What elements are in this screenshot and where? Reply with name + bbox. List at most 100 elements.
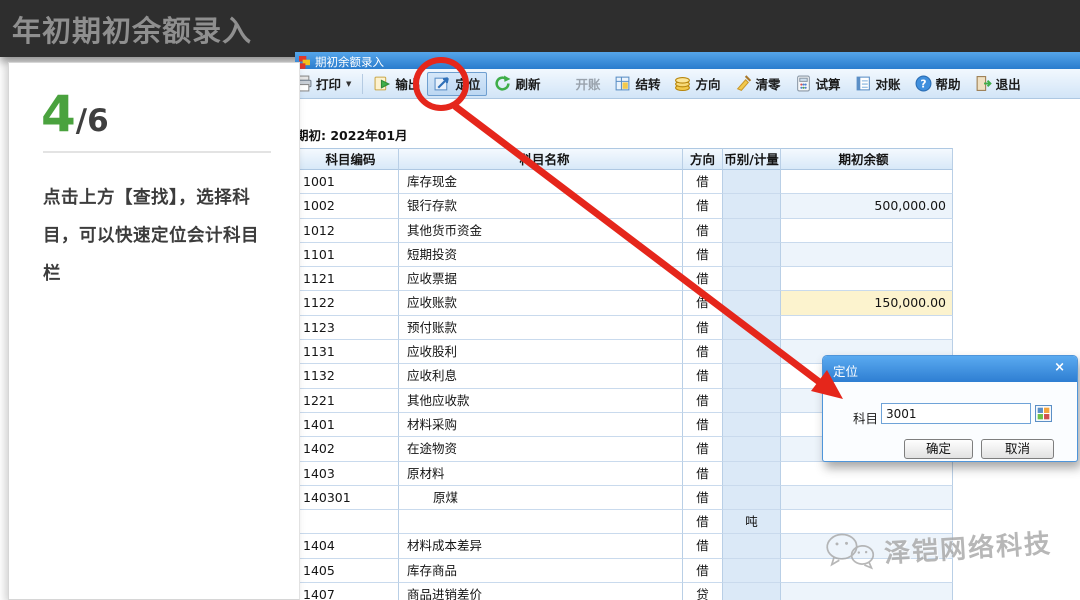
cell-code[interactable]: 1002	[296, 194, 399, 218]
cell-direction[interactable]: 借	[683, 243, 723, 267]
cell-name[interactable]: 库存商品	[399, 559, 683, 583]
cell-direction[interactable]: 借	[683, 534, 723, 558]
cell-unit[interactable]	[723, 364, 781, 388]
cell-balance[interactable]	[781, 583, 953, 600]
cell-code[interactable]: 140301	[296, 486, 399, 510]
cell-name[interactable]: 其他应收款	[399, 389, 683, 413]
cell-unit[interactable]	[723, 194, 781, 218]
cell-unit[interactable]	[723, 389, 781, 413]
cell-unit[interactable]	[723, 291, 781, 315]
toolbar-button-print[interactable]: 打印▼	[295, 72, 358, 96]
cell-name[interactable]: 其他货币资金	[399, 219, 683, 243]
cell-unit[interactable]	[723, 559, 781, 583]
cell-direction[interactable]: 借	[683, 340, 723, 364]
cell-name[interactable]: 应收利息	[399, 364, 683, 388]
cell-balance[interactable]	[781, 243, 953, 267]
cell-direction[interactable]: 贷	[683, 583, 723, 600]
cell-direction[interactable]: 借	[683, 316, 723, 340]
cell-unit[interactable]	[723, 583, 781, 600]
cell-code[interactable]: 1402	[296, 437, 399, 461]
toolbar-button-direction[interactable]: 方向	[667, 72, 727, 96]
cell-unit[interactable]	[723, 413, 781, 437]
cell-balance[interactable]	[781, 219, 953, 243]
cell-balance[interactable]	[781, 462, 953, 486]
cell-unit[interactable]	[723, 437, 781, 461]
cell-direction[interactable]: 借	[683, 437, 723, 461]
dropdown-caret-icon: ▼	[346, 80, 351, 88]
account-input[interactable]	[881, 403, 1031, 424]
cell-balance[interactable]	[781, 267, 953, 291]
cell-code[interactable]: 1012	[296, 219, 399, 243]
cell-unit[interactable]	[723, 486, 781, 510]
toolbar-button-locate[interactable]: 定位	[427, 72, 487, 96]
account-picker-icon[interactable]	[1035, 405, 1052, 422]
toolbar-button-trial[interactable]: 试算	[788, 72, 848, 96]
cell-code[interactable]: 1407	[296, 583, 399, 600]
cell-balance[interactable]	[781, 170, 953, 194]
cell-direction[interactable]: 借	[683, 462, 723, 486]
cell-code[interactable]: 1401	[296, 413, 399, 437]
table-header-row: 科目编码科目名称方向币别/计量期初余额	[296, 148, 953, 170]
cell-unit[interactable]	[723, 534, 781, 558]
cell-direction[interactable]: 借	[683, 559, 723, 583]
cell-unit[interactable]: 吨	[723, 510, 781, 534]
cell-direction[interactable]: 借	[683, 510, 723, 534]
cell-direction[interactable]: 借	[683, 219, 723, 243]
cell-name[interactable]: 应收账款	[399, 291, 683, 315]
cell-name[interactable]: 材料成本差异	[399, 534, 683, 558]
toolbar-button-export[interactable]: 输出	[367, 72, 427, 96]
cell-direction[interactable]: 借	[683, 267, 723, 291]
toolbar-button-clear[interactable]: 清零	[728, 72, 788, 96]
cell-name[interactable]: 应收票据	[399, 267, 683, 291]
cell-name[interactable]: 应收股利	[399, 340, 683, 364]
toolbar-button-reconcile[interactable]: 对账	[848, 72, 908, 96]
cell-code[interactable]: 1122	[296, 291, 399, 315]
cell-unit[interactable]	[723, 267, 781, 291]
close-icon[interactable]: ×	[1054, 360, 1065, 375]
cell-code[interactable]: 1221	[296, 389, 399, 413]
cell-name[interactable]: 原材料	[399, 462, 683, 486]
cell-name[interactable]: 商品进销差价	[399, 583, 683, 600]
toolbar-button-refresh[interactable]: 刷新	[487, 72, 547, 96]
cell-direction[interactable]: 借	[683, 194, 723, 218]
cell-code[interactable]: 1131	[296, 340, 399, 364]
cell-name[interactable]: 在途物资	[399, 437, 683, 461]
cell-balance[interactable]	[781, 486, 953, 510]
cell-name[interactable]: 预付账款	[399, 316, 683, 340]
cell-direction[interactable]: 借	[683, 486, 723, 510]
cell-balance[interactable]: 500,000.00	[781, 194, 953, 218]
cell-code[interactable]: 1132	[296, 364, 399, 388]
toolbar-button-help[interactable]: ?帮助	[908, 72, 968, 96]
cell-name[interactable]	[399, 510, 683, 534]
toolbar-button-exit[interactable]: 退出	[968, 72, 1028, 96]
cell-direction[interactable]: 借	[683, 389, 723, 413]
cell-unit[interactable]	[723, 170, 781, 194]
cell-code[interactable]: 1101	[296, 243, 399, 267]
cell-code[interactable]: 1403	[296, 462, 399, 486]
cell-direction[interactable]: 借	[683, 291, 723, 315]
cell-code[interactable]: 1404	[296, 534, 399, 558]
cell-unit[interactable]	[723, 219, 781, 243]
cell-balance[interactable]: 150,000.00	[781, 291, 953, 315]
cell-name[interactable]: 原煤	[399, 486, 683, 510]
cell-unit[interactable]	[723, 243, 781, 267]
cell-balance[interactable]	[781, 316, 953, 340]
cell-unit[interactable]	[723, 462, 781, 486]
cancel-button[interactable]: 取消	[981, 439, 1054, 459]
cell-name[interactable]: 短期投资	[399, 243, 683, 267]
cell-name[interactable]: 库存现金	[399, 170, 683, 194]
cell-code[interactable]: 1405	[296, 559, 399, 583]
cell-code[interactable]: 1001	[296, 170, 399, 194]
cell-direction[interactable]: 借	[683, 413, 723, 437]
cell-unit[interactable]	[723, 316, 781, 340]
toolbar-button-carry[interactable]: 结转	[607, 72, 667, 96]
cell-direction[interactable]: 借	[683, 364, 723, 388]
cell-name[interactable]: 材料采购	[399, 413, 683, 437]
ok-button[interactable]: 确定	[904, 439, 973, 459]
cell-name[interactable]: 银行存款	[399, 194, 683, 218]
cell-unit[interactable]	[723, 340, 781, 364]
cell-code[interactable]: 1121	[296, 267, 399, 291]
cell-direction[interactable]: 借	[683, 170, 723, 194]
cell-code[interactable]	[296, 510, 399, 534]
cell-code[interactable]: 1123	[296, 316, 399, 340]
